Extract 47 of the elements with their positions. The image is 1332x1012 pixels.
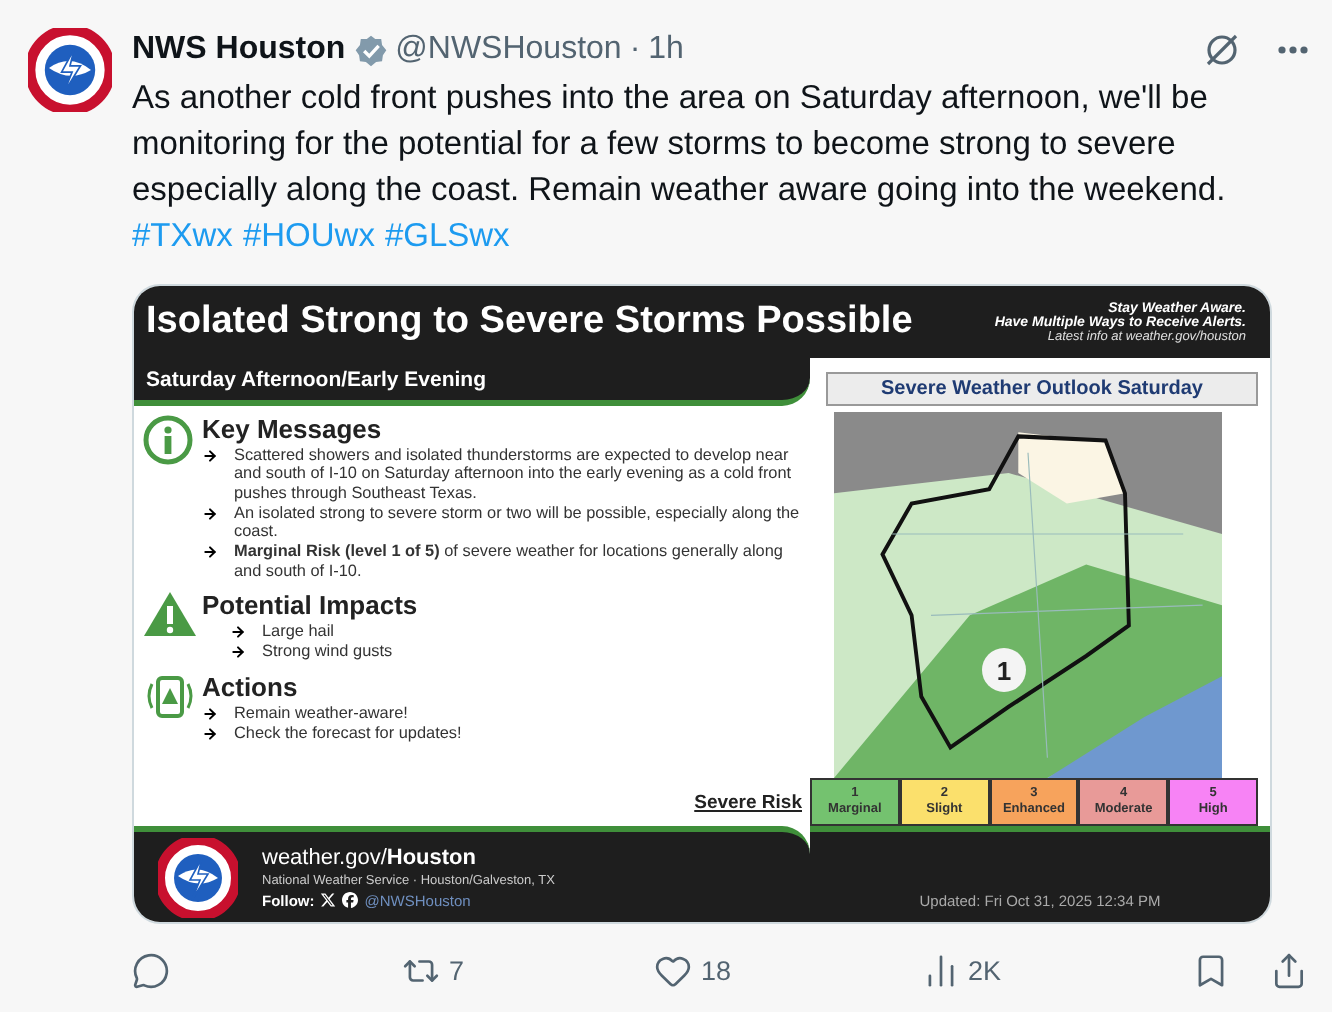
more-button[interactable] — [1278, 46, 1308, 54]
phone-alert-icon — [142, 671, 198, 720]
warning-icon — [142, 590, 198, 639]
post-text: As another cold front pushes into the area on Saturday afternoon, we'll be monitoring for the potential for a few storms to become strong to severe especially along the coast. Remain weather aware going into the weekend. — [132, 78, 1228, 212]
bullet-text: Strong wind gusts — [262, 642, 393, 662]
bullet-text: Marginal Risk (level 1 of 5) of severe weather for locations generally along and south of I-10. — [234, 542, 785, 581]
facebook-icon — [342, 892, 359, 908]
share-button[interactable] — [1270, 952, 1308, 990]
info-icon — [142, 414, 194, 466]
section-heading: Key Messages — [202, 414, 384, 444]
weather-service-logo — [158, 837, 238, 917]
bullet-text: Remain weather-aware! — [234, 703, 408, 722]
author-name[interactable]: NWS Houston — [132, 32, 346, 68]
arrow-icon — [230, 624, 246, 641]
like-button[interactable]: 18 — [654, 952, 732, 990]
separator: · — [629, 32, 641, 68]
legend-label: Severe Risk — [694, 791, 802, 813]
slashed-circle-button[interactable] — [1202, 30, 1242, 70]
x-logo-icon — [320, 892, 337, 908]
verified-icon — [353, 33, 388, 67]
arrow-icon — [230, 644, 246, 661]
graphic-subtitle: Saturday Afternoon/Early Evening — [146, 367, 486, 391]
arrow-icon — [202, 544, 218, 561]
avatar-logo — [28, 28, 112, 112]
heart-icon — [654, 952, 693, 990]
bullet-text: Large hail — [262, 622, 334, 641]
arrow-icon — [202, 725, 218, 742]
repost-button[interactable]: 7 — [402, 952, 464, 990]
website-link[interactable]: weather.gov/Houston — [262, 845, 555, 869]
bullet-text: An isolated strong to severe storm or two will be possible, especially along the coast. — [234, 503, 802, 541]
map-title: Severe Weather Outlook Saturday — [826, 372, 1258, 406]
graphic-title: Isolated Strong to Severe Storms Possible — [146, 300, 913, 344]
reply-icon — [132, 952, 170, 990]
arrow-icon — [202, 448, 218, 464]
views-button[interactable]: 2K — [922, 952, 1002, 990]
share-icon — [1270, 952, 1308, 990]
author-handle[interactable]: @NWSHouston — [395, 32, 622, 68]
slashed-circle-icon — [1202, 30, 1242, 70]
forecast-graphic[interactable] — [132, 284, 1272, 924]
arrow-icon — [202, 705, 218, 722]
arrow-icon — [202, 505, 218, 522]
section-heading: Potential Impacts — [202, 590, 420, 621]
bullet-text: Check the forecast for updates! — [234, 723, 462, 743]
post-time[interactable]: 1h — [648, 32, 684, 68]
section-heading: Actions — [202, 671, 300, 702]
more-icon — [1278, 46, 1308, 54]
bullet-text: Scattered showers and isolated thunderstorms are expected to develop near and south of I-10 on Saturday afternoon into the early evening as a cold front pushes through Southeast Texas. — [234, 446, 794, 502]
